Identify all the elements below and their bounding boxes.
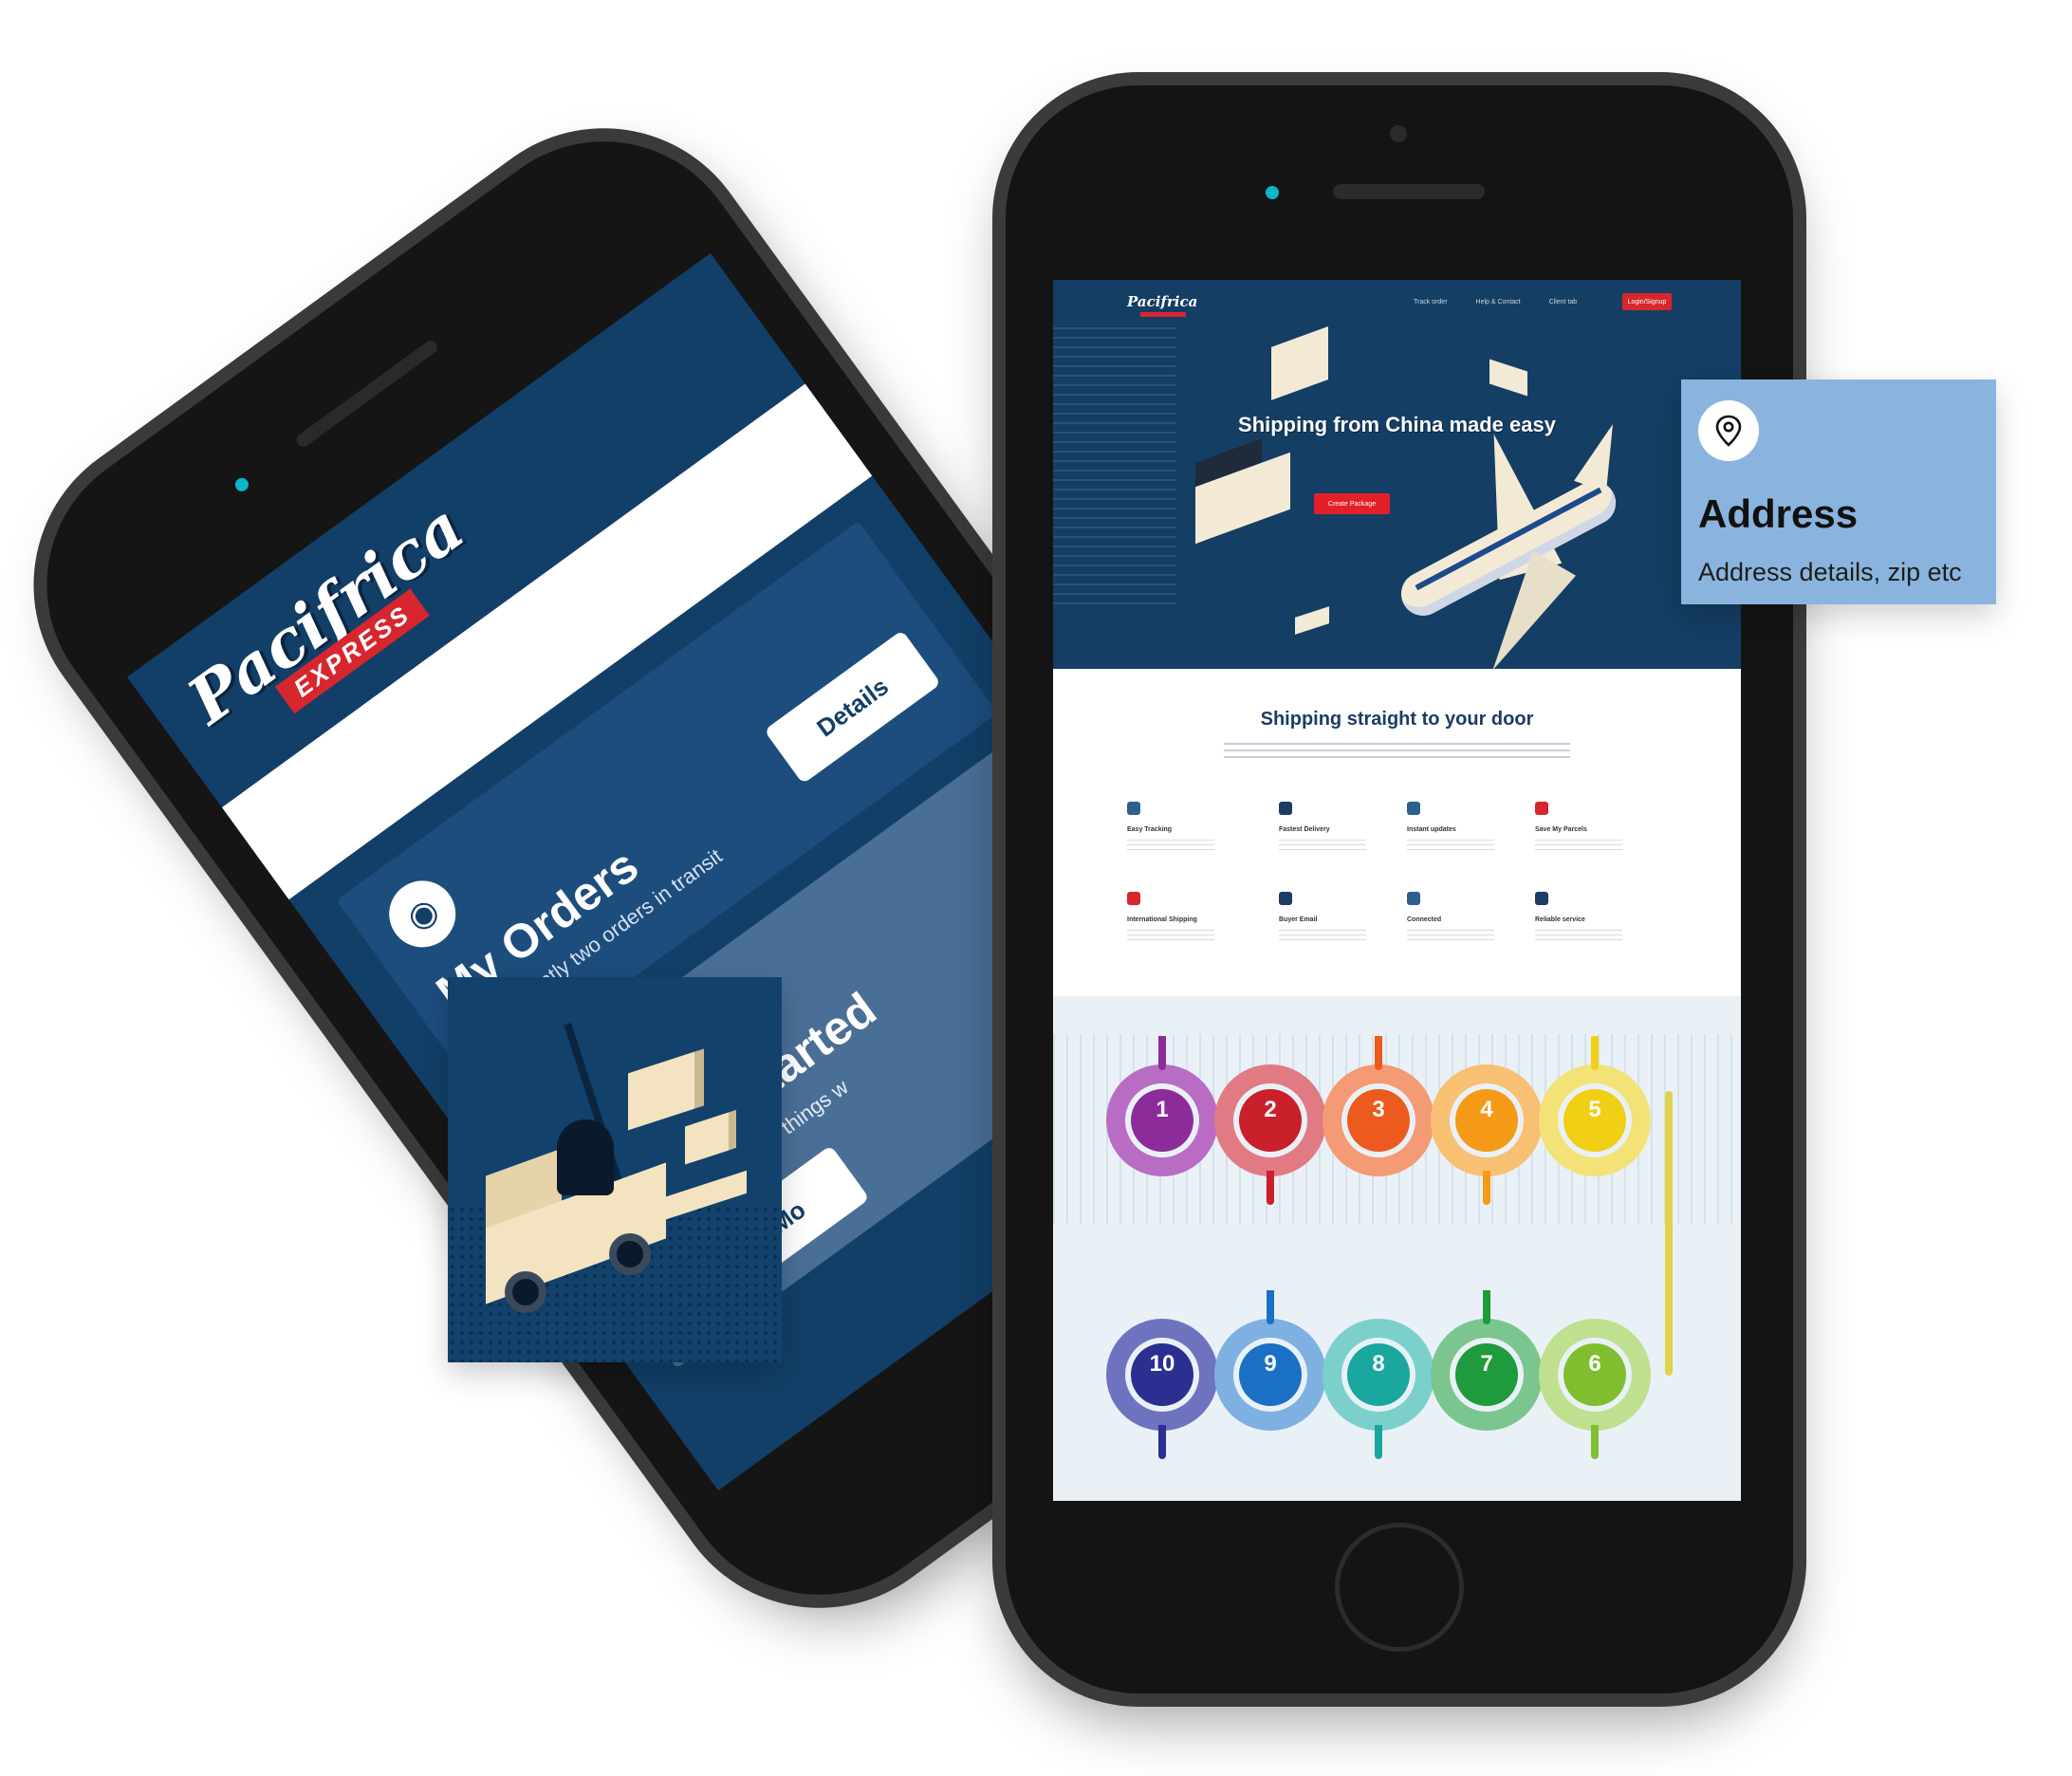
nav-links: Track order Help & Contact Client tab — [1414, 299, 1577, 305]
feature-item: Easy Tracking — [1127, 802, 1222, 868]
feature-description — [1279, 930, 1366, 941]
create-package-button[interactable]: Create Package — [1314, 493, 1390, 514]
features-title: Shipping straight to your door — [1260, 709, 1534, 730]
feature-description — [1127, 930, 1214, 941]
feature-label: International Shipping — [1127, 916, 1197, 923]
feature-label: Reliable service — [1535, 916, 1585, 923]
step-number: 3 — [1347, 1089, 1410, 1152]
link-icon — [1407, 892, 1420, 905]
truck-icon — [1127, 802, 1140, 815]
feature-label: Fastest Delivery — [1279, 826, 1330, 833]
location-pin-icon — [1698, 400, 1759, 461]
nav-link-help[interactable]: Help & Contact — [1476, 299, 1521, 305]
cargo-box — [628, 1051, 694, 1131]
feature-label: Instant updates — [1407, 826, 1456, 833]
box-illustration — [1489, 359, 1527, 397]
feature-item: Save My Parcels — [1535, 802, 1630, 868]
feature-item: Instant updates — [1407, 802, 1502, 868]
step-number: 6 — [1563, 1343, 1626, 1406]
process-step: 5 — [1539, 1036, 1651, 1176]
process-step: 4 — [1431, 1064, 1543, 1205]
location-pin-glyph — [1715, 415, 1742, 447]
process-step: 8 — [1323, 1319, 1434, 1459]
phone-icon — [1407, 802, 1420, 815]
details-button[interactable]: Details — [764, 630, 941, 785]
process-step: 7 — [1431, 1290, 1543, 1431]
feature-description — [1535, 840, 1622, 851]
box-icon — [1535, 802, 1548, 815]
step-number: 4 — [1455, 1089, 1518, 1152]
process-step: 2 — [1214, 1064, 1326, 1205]
address-card[interactable]: Address Address details, zip etc — [1681, 379, 1996, 604]
step-number: 10 — [1131, 1343, 1193, 1406]
truck-illustration-tile — [448, 977, 782, 1362]
nav-link-client[interactable]: Client tab — [1549, 299, 1578, 305]
feature-description — [1127, 840, 1214, 851]
feature-description — [1535, 930, 1622, 941]
process-step: 6 — [1539, 1319, 1651, 1459]
wheel — [609, 1233, 651, 1275]
step-number: 7 — [1455, 1343, 1518, 1406]
front-phone-screen: Pacifrica Track order Help & Contact Cli… — [1053, 280, 1741, 1501]
feature-label: Easy Tracking — [1127, 826, 1173, 833]
nav-logo-tag — [1140, 312, 1186, 317]
process-section: 1 2 3 4 5 10 9 8 7 6 — [1053, 996, 1741, 1501]
features-section: Shipping straight to your door Easy Trac… — [1053, 669, 1741, 996]
hero-title: Shipping from China made easy — [1238, 413, 1556, 436]
step-number: 5 — [1563, 1089, 1626, 1152]
wheel — [505, 1271, 546, 1313]
driver-figure — [557, 1119, 614, 1195]
process-step: 10 — [1106, 1319, 1218, 1459]
feature-item: Buyer Email — [1279, 892, 1374, 958]
shield-icon — [1535, 892, 1548, 905]
mail-icon — [1279, 892, 1292, 905]
step-number: 2 — [1239, 1089, 1302, 1152]
feature-description — [1407, 930, 1494, 941]
feature-label: Buyer Email — [1279, 916, 1318, 923]
globe-icon — [1127, 892, 1140, 905]
process-step: 9 — [1214, 1290, 1326, 1431]
step-number: 8 — [1347, 1343, 1410, 1406]
front-sensor — [1390, 125, 1407, 142]
hero-decor-lines — [1053, 327, 1176, 612]
features-description — [1224, 743, 1570, 762]
hero-section: Pacifrica Track order Help & Contact Cli… — [1053, 280, 1741, 669]
login-button[interactable]: Login/Signup — [1622, 293, 1672, 310]
feature-item: Fastest Delivery — [1279, 802, 1374, 868]
van-illustration — [1271, 326, 1328, 400]
front-phone: Pacifrica Track order Help & Contact Cli… — [1006, 85, 1793, 1693]
feature-description — [1279, 840, 1366, 851]
feature-label: Connected — [1407, 916, 1442, 923]
process-step: 3 — [1323, 1036, 1434, 1176]
speaker-grille — [293, 338, 440, 450]
cargo-box — [685, 1112, 729, 1165]
plane-icon — [1279, 802, 1292, 815]
step-number: 9 — [1239, 1343, 1302, 1406]
feature-item: Connected — [1407, 892, 1502, 958]
process-connector — [1665, 1091, 1673, 1376]
camera-icon — [1266, 186, 1279, 199]
speaker-grille — [1333, 184, 1485, 199]
feature-item: International Shipping — [1127, 892, 1222, 958]
feature-item: Reliable service — [1535, 892, 1630, 958]
nav-link-track[interactable]: Track order — [1414, 299, 1448, 305]
camera-icon — [232, 475, 251, 494]
step-number: 1 — [1131, 1089, 1193, 1152]
nav-logo[interactable]: Pacifrica — [1127, 293, 1197, 310]
feature-description — [1407, 840, 1494, 851]
process-step: 1 — [1106, 1036, 1218, 1176]
address-subtitle: Address details, zip etc — [1698, 558, 1962, 586]
home-button[interactable] — [1335, 1523, 1464, 1652]
cart-illustration — [1295, 606, 1329, 635]
feature-label: Save My Parcels — [1535, 826, 1587, 833]
globe-icon: ◉ — [376, 867, 470, 961]
address-title: Address — [1698, 491, 1859, 536]
